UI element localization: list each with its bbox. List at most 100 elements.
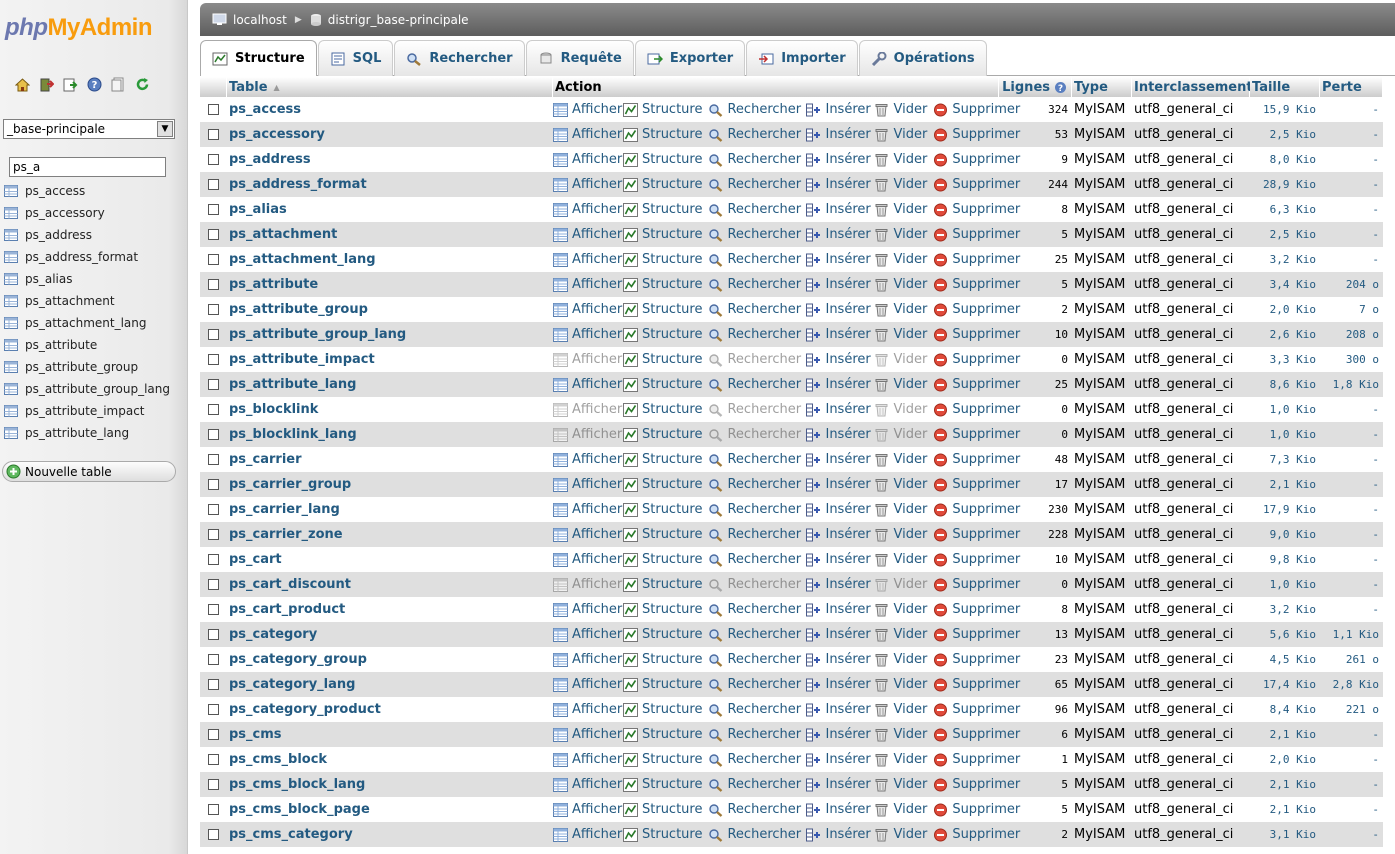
sidebar-table-item[interactable]: ps_attribute_impact — [4, 400, 170, 422]
row-overhead[interactable]: - — [1320, 453, 1383, 466]
action-empty-link[interactable]: Vider — [874, 652, 927, 667]
action-browse-link[interactable]: Afficher — [553, 677, 622, 692]
action-structure-link[interactable]: Structure — [623, 552, 702, 567]
action-empty-link[interactable]: Vider — [874, 177, 927, 192]
row-overhead[interactable]: - — [1320, 803, 1383, 816]
row-overhead[interactable]: 204 o — [1320, 278, 1383, 291]
row-overhead[interactable]: - — [1320, 428, 1383, 441]
action-structure-link[interactable]: Structure — [623, 402, 702, 417]
action-insert-link[interactable]: Insérer — [806, 377, 871, 392]
action-browse-link[interactable]: Afficher — [553, 102, 622, 117]
action-browse-link[interactable]: Afficher — [553, 752, 622, 767]
action-structure-link[interactable]: Structure — [623, 152, 702, 167]
action-empty-link[interactable]: Vider — [874, 127, 927, 142]
action-structure-link[interactable]: Structure — [623, 627, 702, 642]
action-search-link[interactable]: Rechercher — [708, 602, 801, 617]
table-name-link[interactable]: ps_category_lang — [227, 677, 553, 692]
row-checkbox[interactable] — [208, 604, 219, 615]
row-overhead[interactable]: - — [1320, 578, 1383, 591]
action-insert-link[interactable]: Insérer — [806, 452, 871, 467]
sidebar-table-item[interactable]: ps_address_format — [4, 246, 170, 268]
header-type[interactable]: Type — [1072, 77, 1132, 97]
action-structure-link[interactable]: Structure — [623, 227, 702, 242]
action-browse-link[interactable]: Afficher — [553, 202, 622, 217]
table-name-link[interactable]: ps_cms — [227, 727, 553, 742]
action-browse-link[interactable]: Afficher — [553, 452, 622, 467]
action-browse-link[interactable]: Afficher — [553, 177, 622, 192]
row-size[interactable]: 5,6 Kio — [1250, 628, 1320, 641]
row-checkbox[interactable] — [208, 154, 219, 165]
row-overhead[interactable]: 208 o — [1320, 328, 1383, 341]
row-overhead[interactable]: - — [1320, 528, 1383, 541]
action-search-link[interactable]: Rechercher — [708, 577, 801, 592]
action-insert-link[interactable]: Insérer — [806, 102, 871, 117]
action-empty-link[interactable]: Vider — [874, 102, 927, 117]
sidebar-table-item[interactable]: ps_attachment_lang — [4, 312, 170, 334]
action-browse-link[interactable]: Afficher — [553, 827, 622, 842]
action-structure-link[interactable]: Structure — [623, 677, 702, 692]
action-browse-link[interactable]: Afficher — [553, 652, 622, 667]
action-empty-link[interactable]: Vider — [874, 677, 927, 692]
row-overhead[interactable]: 7 o — [1320, 303, 1383, 316]
action-search-link[interactable]: Rechercher — [708, 477, 801, 492]
row-overhead[interactable]: 2,8 Kio — [1320, 678, 1383, 691]
row-checkbox[interactable] — [208, 104, 219, 115]
row-size[interactable]: 2,1 Kio — [1250, 478, 1320, 491]
row-size[interactable]: 4,5 Kio — [1250, 653, 1320, 666]
row-checkbox[interactable] — [208, 654, 219, 665]
action-structure-link[interactable]: Structure — [623, 502, 702, 517]
action-empty-link[interactable]: Vider — [874, 227, 927, 242]
action-empty-link[interactable]: Vider — [874, 452, 927, 467]
row-size[interactable]: 8,6 Kio — [1250, 378, 1320, 391]
action-structure-link[interactable]: Structure — [623, 177, 702, 192]
action-empty-link[interactable]: Vider — [874, 277, 927, 292]
action-empty-link[interactable]: Vider — [874, 352, 927, 367]
breadcrumb-server[interactable]: localhost — [233, 13, 287, 27]
action-insert-link[interactable]: Insérer — [806, 677, 871, 692]
action-browse-link[interactable]: Afficher — [553, 352, 622, 367]
row-checkbox[interactable] — [208, 229, 219, 240]
action-empty-link[interactable]: Vider — [874, 527, 927, 542]
row-checkbox[interactable] — [208, 304, 219, 315]
action-search-link[interactable]: Rechercher — [708, 402, 801, 417]
row-size[interactable]: 2,1 Kio — [1250, 778, 1320, 791]
row-checkbox[interactable] — [208, 129, 219, 140]
action-insert-link[interactable]: Insérer — [806, 502, 871, 517]
action-browse-link[interactable]: Afficher — [553, 277, 622, 292]
row-checkbox[interactable] — [208, 379, 219, 390]
row-overhead[interactable]: 221 o — [1320, 703, 1383, 716]
row-overhead[interactable]: - — [1320, 828, 1383, 841]
action-insert-link[interactable]: Insérer — [806, 727, 871, 742]
action-browse-link[interactable]: Afficher — [553, 477, 622, 492]
action-structure-link[interactable]: Structure — [623, 827, 702, 842]
action-empty-link[interactable]: Vider — [874, 252, 927, 267]
row-checkbox[interactable] — [208, 754, 219, 765]
action-structure-link[interactable]: Structure — [623, 352, 702, 367]
row-checkbox[interactable] — [208, 729, 219, 740]
row-size[interactable]: 1,0 Kio — [1250, 578, 1320, 591]
table-name-link[interactable]: ps_attribute_impact — [227, 352, 553, 367]
action-empty-link[interactable]: Vider — [874, 502, 927, 517]
row-size[interactable]: 3,1 Kio — [1250, 828, 1320, 841]
row-size[interactable]: 2,0 Kio — [1250, 753, 1320, 766]
action-search-link[interactable]: Rechercher — [708, 377, 801, 392]
action-insert-link[interactable]: Insérer — [806, 227, 871, 242]
action-empty-link[interactable]: Vider — [874, 477, 927, 492]
row-checkbox[interactable] — [208, 804, 219, 815]
row-overhead[interactable]: - — [1320, 128, 1383, 141]
action-structure-link[interactable]: Structure — [623, 652, 702, 667]
row-size[interactable]: 8,0 Kio — [1250, 153, 1320, 166]
row-size[interactable]: 2,1 Kio — [1250, 803, 1320, 816]
action-insert-link[interactable]: Insérer — [806, 252, 871, 267]
row-checkbox[interactable] — [208, 429, 219, 440]
tab-import[interactable]: Importer — [746, 40, 858, 76]
sidebar-table-item[interactable]: ps_attribute_group — [4, 356, 170, 378]
help-icon[interactable]: ? — [1054, 81, 1067, 94]
row-overhead[interactable]: 1,8 Kio — [1320, 378, 1383, 391]
row-overhead[interactable]: - — [1320, 778, 1383, 791]
row-checkbox[interactable] — [208, 404, 219, 415]
action-search-link[interactable]: Rechercher — [708, 702, 801, 717]
action-empty-link[interactable]: Vider — [874, 577, 927, 592]
action-insert-link[interactable]: Insérer — [806, 752, 871, 767]
table-name-link[interactable]: ps_cms_category — [227, 827, 553, 842]
